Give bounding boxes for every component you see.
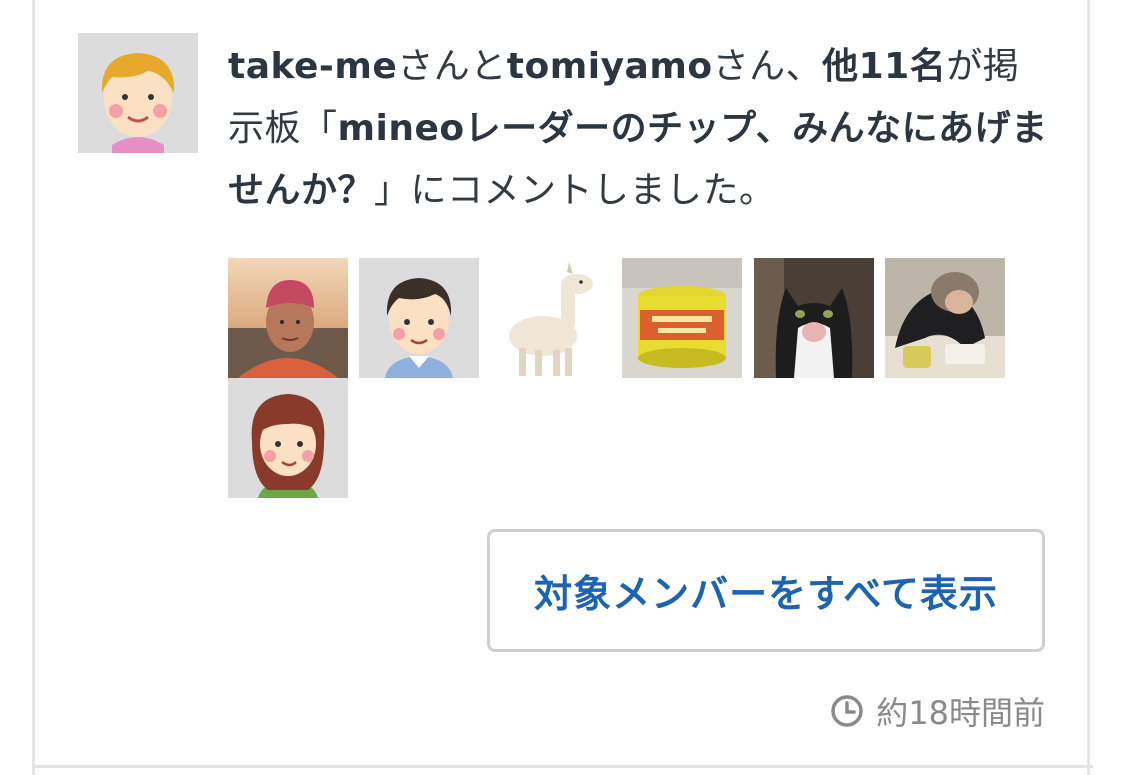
timestamp-text: 約18時間前 bbox=[876, 694, 1045, 732]
photo-man-with-hat-icon bbox=[228, 258, 348, 378]
member-thumbnail[interactable] bbox=[754, 258, 874, 378]
member-thumbnail[interactable] bbox=[359, 258, 479, 378]
actor-avatar[interactable] bbox=[78, 33, 198, 153]
show-all-members-button[interactable]: 対象メンバーをすべて表示 bbox=[487, 529, 1045, 652]
member-thumbnail[interactable] bbox=[228, 378, 348, 498]
member-thumbnail[interactable] bbox=[491, 258, 611, 378]
others-count: 他11名 bbox=[822, 46, 947, 87]
honorific-text: さんと bbox=[397, 46, 507, 87]
timestamp: 約18時間前 bbox=[830, 690, 1045, 732]
illustrated-man-avatar-icon bbox=[359, 258, 479, 378]
clock-icon bbox=[831, 695, 864, 727]
illustrated-woman-avatar-icon bbox=[228, 378, 348, 498]
user-link-tomiyamo[interactable]: tomiyamo bbox=[507, 46, 713, 87]
person-desk-photo-icon bbox=[885, 258, 1005, 378]
alpaca-toy-photo-icon bbox=[491, 258, 611, 378]
member-thumbnail[interactable] bbox=[228, 258, 348, 378]
user-link-take-me[interactable]: take-me bbox=[228, 46, 397, 87]
cat-photo-icon bbox=[754, 258, 874, 378]
honorific-text: さん、 bbox=[712, 46, 823, 87]
yellow-jar-photo-icon bbox=[622, 258, 742, 378]
boy-avatar-icon bbox=[78, 33, 198, 153]
card-divider bbox=[32, 765, 1093, 768]
notification-message: take-meさんとtomiyamoさん、他11名が掲示板「mineoレーダーの… bbox=[228, 36, 1048, 222]
member-thumbnail[interactable] bbox=[622, 258, 742, 378]
member-thumbnail[interactable] bbox=[885, 258, 1005, 378]
message-text: 」にコメントしました。 bbox=[374, 170, 776, 211]
